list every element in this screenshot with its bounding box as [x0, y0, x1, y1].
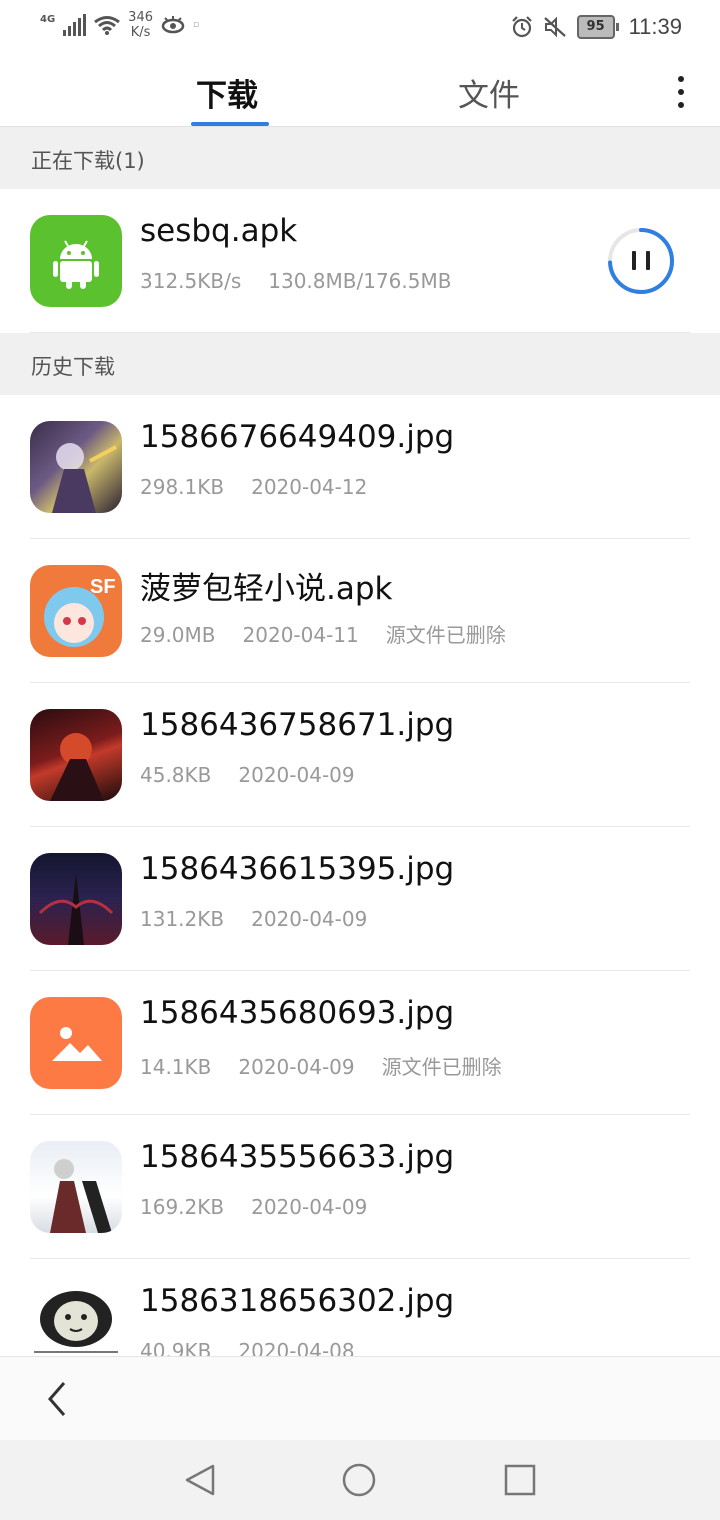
eye-icon [161, 16, 185, 34]
file-meta: 298.1KB 2020-04-12 [140, 475, 394, 499]
file-date: 2020-04-09 [251, 907, 368, 931]
tab-bar: 下载 文件 [0, 56, 720, 127]
app-thumbnail: SF [30, 565, 122, 657]
file-name: 1586676649409.jpg [140, 419, 455, 455]
file-name: 1586318656302.jpg [140, 1283, 455, 1319]
history-item[interactable]: 1586435680693.jpg 14.1KB 2020-04-09 源文件已删除 [0, 971, 720, 1115]
bottom-toolbar [0, 1356, 720, 1441]
system-navigation-bar [0, 1440, 720, 1520]
file-size: 131.2KB [140, 907, 225, 931]
file-date: 2020-04-09 [251, 1195, 368, 1219]
section-header-downloading: 正在下载(1) [0, 127, 720, 189]
nav-home-icon[interactable] [341, 1462, 377, 1498]
file-status: 源文件已删除 [381, 1055, 502, 1079]
svg-text:SF: SF [90, 576, 116, 598]
file-date: 2020-04-11 [242, 623, 359, 647]
battery-icon: 95 [576, 15, 619, 39]
download-progress: 130.8MB/176.5MB [268, 269, 452, 293]
history-item[interactable]: 1586436758671.jpg 45.8KB 2020-04-09 [0, 683, 720, 827]
download-speed: 312.5KB/s [140, 269, 242, 293]
network-speed: 346 K/s [128, 10, 153, 40]
file-date: 2020-04-12 [251, 475, 368, 499]
file-meta: 169.2KB 2020-04-09 [140, 1195, 394, 1219]
more-options-icon[interactable] [676, 76, 686, 108]
file-meta: 29.0MB 2020-04-11 源文件已删除 [140, 619, 533, 648]
android-icon [30, 215, 122, 307]
section-title: 正在下载(1) [31, 149, 145, 173]
section-title: 历史下载 [31, 355, 115, 379]
file-name: 1586435680693.jpg [140, 995, 455, 1031]
status-bar: 4G 346 K/s ▫ 95 11:39 [0, 0, 720, 56]
file-date: 2020-04-09 [238, 763, 355, 787]
file-meta: 14.1KB 2020-04-09 源文件已删除 [140, 1051, 529, 1080]
file-name: 1586436615395.jpg [140, 851, 455, 887]
back-arrow-icon[interactable] [40, 1379, 72, 1419]
file-size: 45.8KB [140, 763, 212, 787]
network-type: 4G [40, 14, 56, 25]
pause-button[interactable] [606, 226, 676, 296]
file-meta: 312.5KB/s 130.8MB/176.5MB [140, 269, 478, 293]
nav-back-icon[interactable] [182, 1462, 218, 1498]
history-item[interactable]: 1586435556633.jpg 169.2KB 2020-04-09 [0, 1115, 720, 1259]
history-item[interactable]: 1586436615395.jpg 131.2KB 2020-04-09 [0, 827, 720, 971]
file-size: 29.0MB [140, 623, 216, 647]
sim-icon: ▫ [193, 20, 200, 30]
signal-icon [63, 14, 87, 36]
file-meta: 131.2KB 2020-04-09 [140, 907, 394, 931]
file-name: 1586436758671.jpg [140, 707, 455, 743]
nav-recents-icon[interactable] [502, 1462, 538, 1498]
file-size: 298.1KB [140, 475, 225, 499]
clock: 11:39 [628, 14, 682, 39]
battery-level: 95 [576, 15, 615, 39]
image-placeholder-icon [30, 997, 122, 1089]
file-name: sesbq.apk [140, 213, 298, 249]
file-name: 1586435556633.jpg [140, 1139, 455, 1175]
file-name: 菠萝包轻小说.apk [140, 571, 393, 607]
history-item[interactable]: SF 菠萝包轻小说.apk 29.0MB 2020-04-11 源文件已删除 [0, 539, 720, 683]
file-status: 源文件已删除 [385, 623, 506, 647]
section-header-history: 历史下载 [0, 333, 720, 395]
file-date: 2020-04-09 [238, 1055, 355, 1079]
image-thumbnail [30, 853, 122, 945]
file-size: 14.1KB [140, 1055, 212, 1079]
active-tab-indicator [191, 122, 269, 126]
image-thumbnail [30, 1141, 122, 1233]
history-item[interactable]: 1586676649409.jpg 298.1KB 2020-04-12 [0, 395, 720, 539]
mute-icon [543, 16, 566, 38]
tab-files[interactable]: 文件 [458, 70, 520, 115]
image-thumbnail [30, 421, 122, 513]
file-size: 169.2KB [140, 1195, 225, 1219]
tab-downloads[interactable]: 下载 [196, 70, 258, 115]
image-thumbnail [30, 709, 122, 801]
file-meta: 45.8KB 2020-04-09 [140, 763, 382, 787]
wifi-icon [94, 16, 121, 35]
alarm-icon [511, 16, 532, 38]
